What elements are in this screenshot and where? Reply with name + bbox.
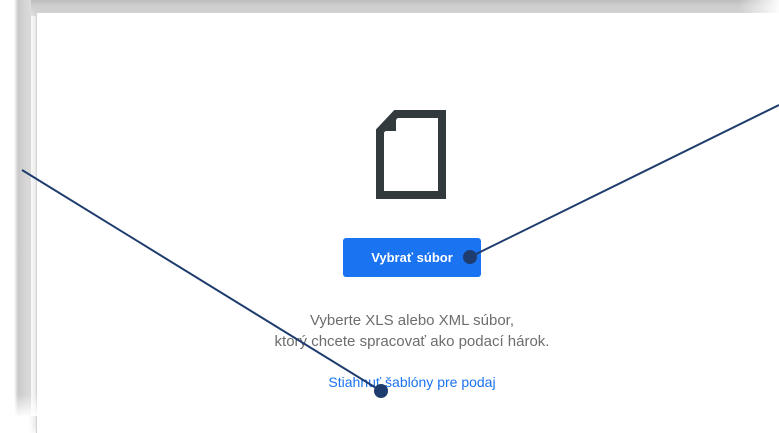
file-icon xyxy=(376,110,446,199)
screenshot-fade-right xyxy=(739,0,779,416)
description-line-2: ktorý chcete spracovať ako podací hárok. xyxy=(274,333,550,350)
window-frame-left xyxy=(0,0,31,416)
upload-panel xyxy=(36,12,779,433)
download-templates-link[interactable]: Stiahnuť šablóny pre podaj xyxy=(262,374,562,390)
screenshot-fade-bottom xyxy=(0,394,779,416)
description-line-1: Vyberte XLS alebo XML súbor, xyxy=(309,312,514,329)
upload-description: Vyberte XLS alebo XML súbor, ktorý chcet… xyxy=(200,310,624,352)
choose-file-button[interactable]: Vybrať súbor xyxy=(343,238,481,277)
